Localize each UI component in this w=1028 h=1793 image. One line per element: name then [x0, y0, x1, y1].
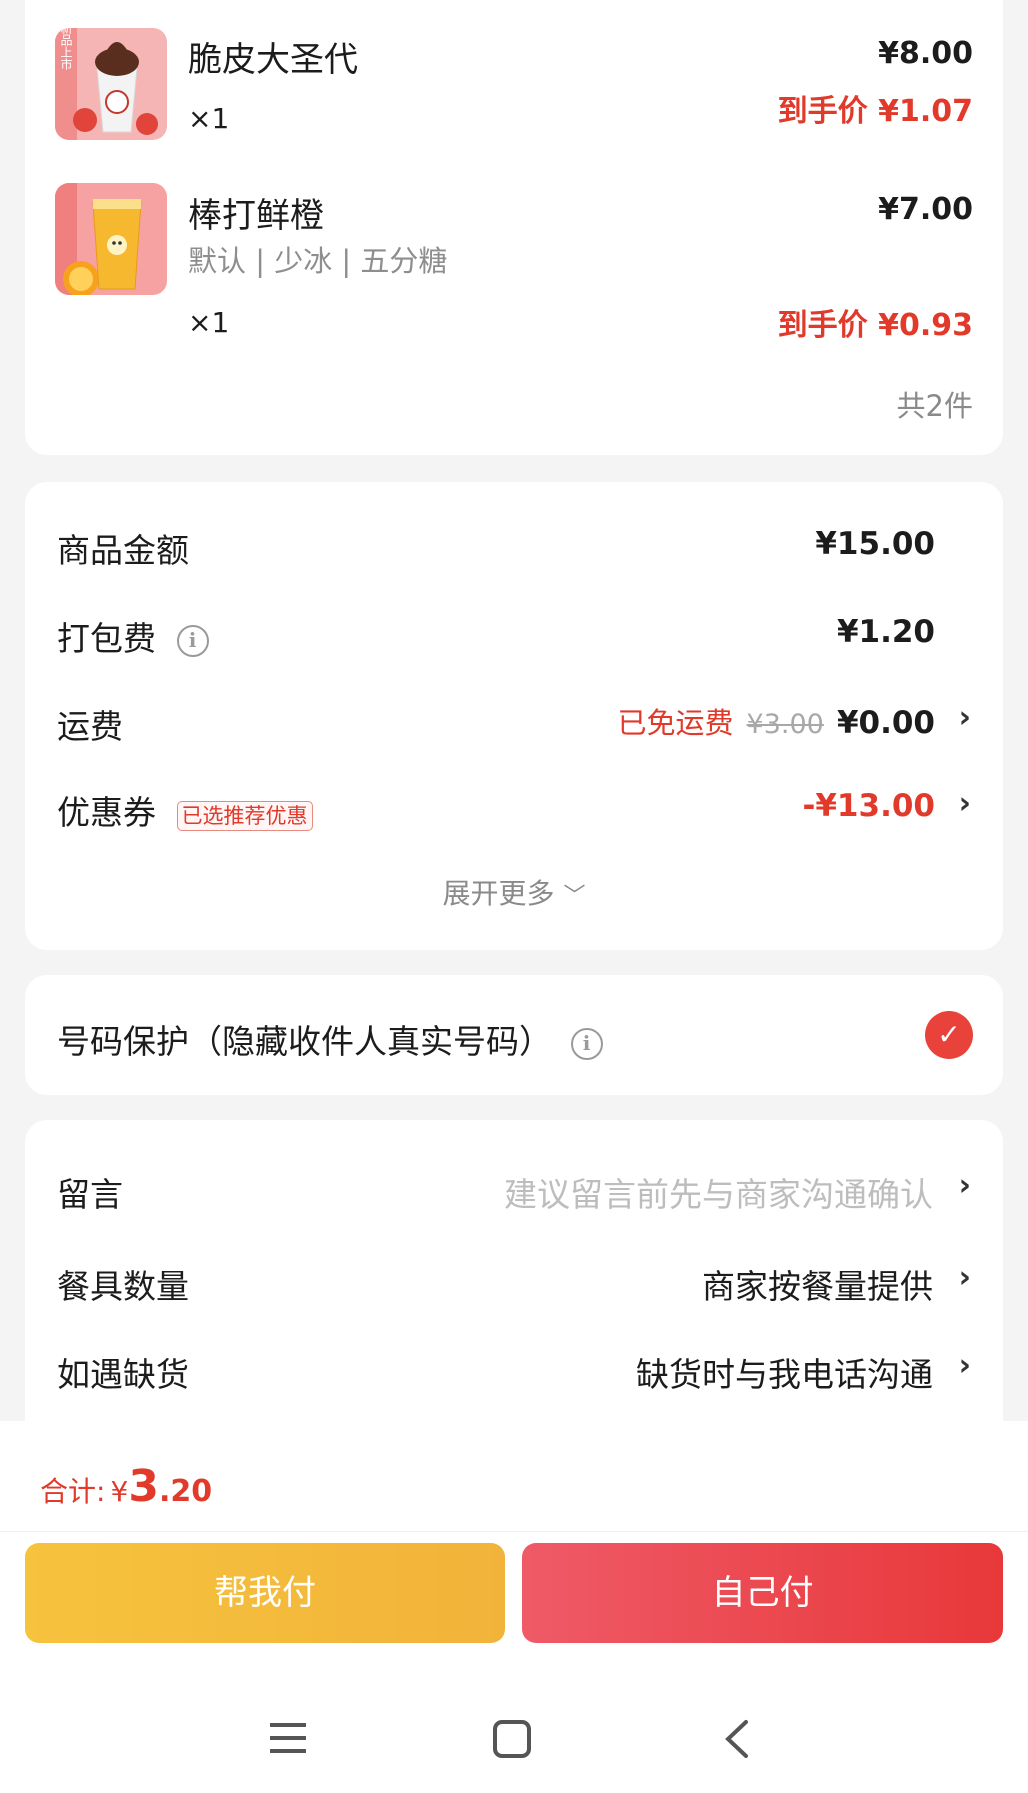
svg-text:新品上市: 新品上市 — [59, 28, 73, 70]
divider — [0, 1531, 1028, 1532]
privacy-label-row: 号码保护（隐藏收件人真实号码） i — [57, 1015, 603, 1063]
goods-amount-value: ¥15.00 — [815, 526, 935, 562]
coupon-value[interactable]: -¥13.00 — [803, 788, 936, 824]
coupon-tag: 已选推荐优惠 — [176, 800, 313, 831]
packing-fee-value: ¥1.20 — [836, 614, 935, 650]
product-deal-price: 到手价 ¥1.07 — [777, 94, 973, 129]
item-count: 共2件 — [896, 389, 973, 423]
product-qty: ×1 — [188, 102, 230, 135]
chevron-down-icon: ﹀ — [563, 884, 586, 909]
product-name: 棒打鲜橙 — [188, 196, 324, 236]
fee-summary-card: 商品金额 ¥15.00 打包费 i ¥1.20 运费 已免运费 ¥3.00 ¥0… — [25, 482, 1003, 950]
order-options-card: 留言 建议留言前先与商家沟通确认 › 餐具数量 商家按餐量提供 › 如遇缺货 缺… — [25, 1120, 1003, 1450]
info-icon[interactable]: i — [570, 1027, 603, 1060]
product-name: 脆皮大圣代 — [188, 40, 358, 80]
product-image-orange[interactable] — [55, 183, 167, 295]
chevron-right-icon[interactable]: › — [959, 786, 971, 821]
help-pay-button[interactable]: 帮我付 — [25, 1543, 505, 1643]
chevron-right-icon[interactable]: › — [959, 1348, 971, 1383]
orange-drink-image-icon — [55, 183, 167, 295]
product-price: ¥7.00 — [878, 192, 973, 227]
sundae-image-icon: 新品上市 — [55, 28, 167, 140]
coupon-label-row: 优惠券 已选推荐优惠 — [57, 786, 313, 834]
shipping-free-text: 已免运费 — [617, 706, 734, 740]
info-icon[interactable]: i — [176, 624, 209, 657]
tableware-label: 餐具数量 — [57, 1267, 189, 1306]
menu-icon[interactable] — [268, 1721, 308, 1759]
self-pay-button[interactable]: 自己付 — [522, 1543, 1003, 1643]
packing-fee-label: 打包费 i — [57, 612, 209, 660]
checkout-bar: 合计: ¥3.20 帮我付 自己付 — [0, 1421, 1028, 1793]
goods-amount-label: 商品金额 — [57, 531, 189, 570]
stockout-label: 如遇缺货 — [57, 1355, 189, 1394]
privacy-card: 号码保护（隐藏收件人真实号码） i ✓ — [25, 975, 1003, 1095]
product-qty: ×1 — [188, 306, 230, 339]
note-hint[interactable]: 建议留言前先与商家沟通确认 — [504, 1168, 933, 1216]
product-price: ¥8.00 — [878, 36, 973, 71]
total-price: 合计: ¥3.20 — [40, 1461, 213, 1512]
shipping-value: ¥0.00 — [836, 705, 935, 741]
shipping-label: 运费 — [57, 707, 123, 746]
chevron-right-icon[interactable]: › — [959, 1260, 971, 1295]
chevron-right-icon[interactable]: › — [959, 700, 971, 735]
expand-more-button[interactable]: 展开更多 ﹀ — [25, 872, 1003, 912]
back-icon[interactable] — [722, 1719, 752, 1763]
chevron-right-icon[interactable]: › — [959, 1168, 971, 1203]
shipping-row-values[interactable]: 已免运费 ¥3.00 ¥0.00 — [617, 700, 935, 742]
home-square-icon[interactable] — [492, 1719, 532, 1763]
product-options: 默认 | 少冰 | 五分糖 — [188, 244, 448, 278]
product-image-sundae[interactable]: 新品上市 — [55, 28, 167, 140]
note-label: 留言 — [57, 1175, 123, 1214]
shipping-original-price: ¥3.00 — [746, 709, 824, 740]
order-items-card: 新品上市 脆皮大圣代 ×1 ¥8.00 到手价 ¥1.07 棒打鲜橙 默认 | … — [25, 0, 1003, 455]
tableware-value[interactable]: 商家按餐量提供 — [702, 1260, 933, 1308]
check-icon[interactable]: ✓ — [925, 1011, 973, 1059]
product-deal-price: 到手价 ¥0.93 — [777, 308, 973, 343]
stockout-value[interactable]: 缺货时与我电话沟通 — [636, 1348, 933, 1396]
